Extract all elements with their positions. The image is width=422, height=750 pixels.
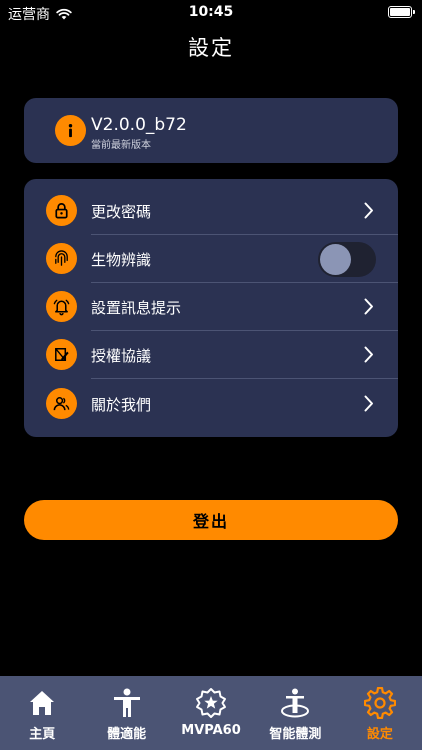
chevron-right-icon [364, 298, 373, 315]
version-status: 當前最新版本 [91, 140, 151, 151]
home-icon [30, 691, 55, 715]
toggle-knob [320, 244, 351, 275]
tab-fitness[interactable]: 體適能 [84, 676, 168, 750]
status-bar: 运营商 10:45 [0, 0, 422, 24]
tab-bar: 主頁 體適能 MVPA60 智能體測 設定 [0, 676, 422, 750]
people-icon [46, 388, 77, 419]
agreement-icon [46, 339, 77, 370]
lock-icon [46, 195, 77, 226]
settings-menu: 更改密碼 生物辨識 設置訊息提示 授權協議 關於我們 [24, 179, 398, 437]
menu-item-label: 授權協議 [91, 347, 152, 365]
menu-item-notification-settings[interactable]: 設置訊息提示 [24, 283, 398, 331]
tab-home[interactable]: 主頁 [0, 676, 84, 750]
gear-icon [363, 687, 396, 719]
chevron-right-icon [364, 346, 373, 363]
chevron-right-icon [364, 202, 373, 219]
tab-settings[interactable]: 設定 [338, 676, 422, 750]
battery-icon [388, 6, 415, 18]
clock: 10:45 [188, 4, 234, 20]
menu-item-label: 關於我們 [91, 396, 152, 414]
tab-mvpa60[interactable]: MVPA60 [169, 676, 253, 750]
divider [91, 378, 398, 379]
bell-icon [46, 291, 77, 322]
menu-item-about-us[interactable]: 關於我們 [24, 380, 398, 428]
page-title: 設定 [188, 36, 234, 60]
fingerprint-icon [46, 243, 77, 274]
tab-label: 體適能 [107, 727, 147, 742]
biometrics-toggle[interactable] [318, 242, 376, 277]
tab-label: 智能體測 [269, 727, 322, 742]
version-card: V2.0.0_b72 當前最新版本 [24, 98, 398, 163]
info-icon [55, 115, 86, 146]
menu-item-change-password[interactable]: 更改密碼 [24, 187, 398, 235]
tab-label: MVPA60 [181, 723, 241, 738]
tab-smart-body-test[interactable]: 智能體測 [253, 676, 337, 750]
menu-item-license-agreement[interactable]: 授權協議 [24, 331, 398, 379]
menu-item-label: 生物辨識 [91, 251, 152, 269]
tab-label: 設定 [366, 727, 393, 742]
version-number: V2.0.0_b72 [91, 115, 187, 135]
tab-label: 主頁 [29, 727, 56, 742]
menu-item-label: 更改密碼 [91, 203, 152, 221]
chevron-right-icon [364, 395, 373, 412]
person-icon [113, 688, 140, 717]
menu-item-label: 設置訊息提示 [91, 299, 182, 317]
star-badge-icon [196, 688, 227, 718]
menu-item-biometrics: 生物辨識 [24, 235, 398, 283]
body-scan-icon [281, 688, 310, 718]
logout-button[interactable]: 登出 [24, 500, 398, 540]
